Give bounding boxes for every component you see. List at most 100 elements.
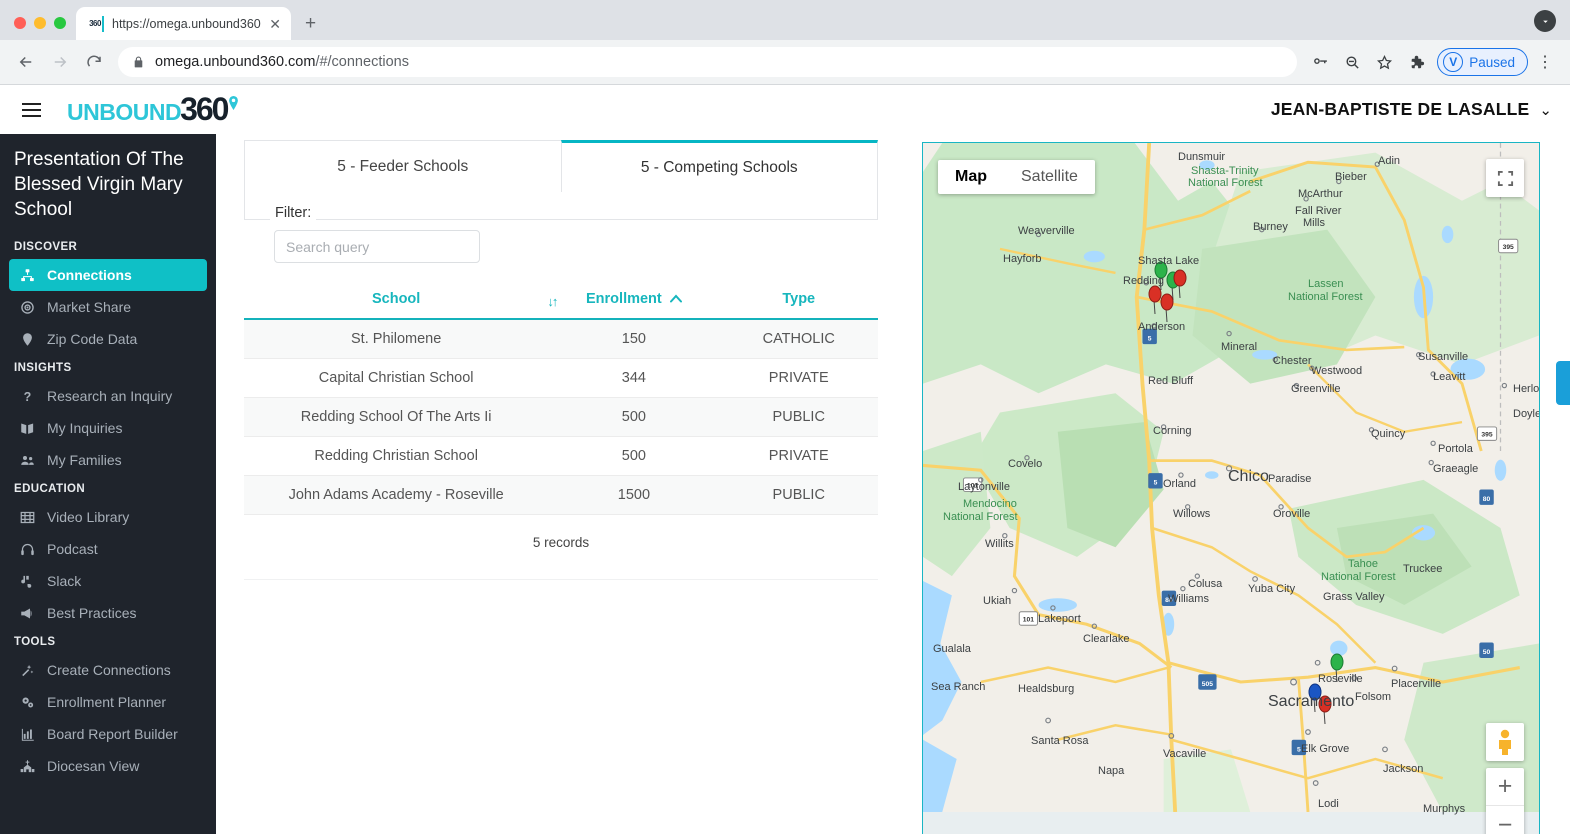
svg-text:101: 101	[967, 483, 978, 490]
map-panel: 395 395 5 5 80 505 5 101 101 80 50 Map S…	[906, 140, 1570, 834]
extensions-puzzle-icon[interactable]	[1401, 47, 1431, 77]
zoom-in-button[interactable]: +	[1486, 768, 1524, 806]
sidebar-item-best-practices[interactable]: Best Practices	[9, 597, 207, 629]
sidebar-item-enrollment-planner[interactable]: Enrollment Planner	[9, 686, 207, 718]
sort-ascending-icon[interactable]	[669, 292, 682, 306]
competing-schools-table: School ↓↑ Enrollment Type St. Philomene …	[244, 285, 878, 515]
column-header-type[interactable]: Type	[719, 285, 878, 320]
table-body: St. Philomene 150 CATHOLIC Capital Chris…	[244, 319, 878, 515]
bar-chart-icon	[19, 727, 36, 742]
sidebar-item-board-report-builder[interactable]: Board Report Builder	[9, 718, 207, 750]
sidebar-item-label: My Families	[47, 452, 122, 468]
sidebar-item-slack[interactable]: Slack	[9, 565, 207, 597]
maximize-window-button[interactable]	[54, 17, 66, 29]
record-count-label: 5 records	[532, 535, 590, 550]
user-menu[interactable]: JEAN-BAPTISTE DE LASALLE ⌄	[1271, 99, 1552, 120]
sidebar-item-my-families[interactable]: My Families	[9, 444, 207, 476]
fullscreen-icon[interactable]	[1486, 159, 1524, 197]
cell-enrollment: 500	[548, 397, 720, 437]
sidebar-item-research-an-inquiry[interactable]: ? Research an Inquiry	[9, 380, 207, 412]
map-type-satellite-button[interactable]: Satellite	[1004, 160, 1095, 194]
hamburger-icon[interactable]	[18, 99, 45, 121]
cell-enrollment: 1500	[548, 475, 720, 515]
tab-feeder-schools[interactable]: 5 - Feeder Schools	[244, 140, 561, 192]
zoom-out-icon[interactable]	[1337, 47, 1367, 77]
sidebar-item-label: Research an Inquiry	[47, 388, 173, 404]
extension-paused-badge[interactable]: V Paused	[1437, 48, 1528, 76]
sitemap-icon	[19, 268, 36, 283]
slack-icon	[19, 574, 36, 589]
sidebar-item-my-inquiries[interactable]: My Inquiries	[9, 412, 207, 444]
browser-tab-bar: 360 https://omega.unbound360.co ✕ +	[0, 0, 1570, 40]
sidebar-item-diocesan-view[interactable]: Diocesan View	[9, 750, 207, 782]
table-row[interactable]: St. Philomene 150 CATHOLIC	[244, 319, 878, 359]
map-marker-red[interactable]	[1157, 293, 1177, 323]
sidebar-item-zip-code-data[interactable]: Zip Code Data	[9, 323, 207, 355]
column-header-school[interactable]: School ↓↑	[244, 285, 558, 320]
sidebar-item-market-share[interactable]: Market Share	[9, 291, 207, 323]
browser-tab[interactable]: 360 https://omega.unbound360.co ✕	[76, 7, 291, 40]
zoom-out-button[interactable]: −	[1486, 806, 1524, 834]
sidebar-item-label: Diocesan View	[47, 758, 140, 774]
table-row[interactable]: John Adams Academy - Roseville 1500 PUBL…	[244, 475, 878, 515]
close-window-button[interactable]	[14, 17, 26, 29]
sort-both-icon[interactable]: ↓↑	[547, 294, 558, 309]
sidebar-item-video-library[interactable]: Video Library	[9, 501, 207, 533]
column-label: School	[371, 291, 421, 307]
close-tab-icon[interactable]: ✕	[269, 17, 281, 31]
new-tab-button[interactable]: +	[291, 14, 328, 40]
column-header-enrollment[interactable]: Enrollment	[548, 285, 720, 320]
google-map[interactable]: 395 395 5 5 80 505 5 101 101 80 50 Map S…	[922, 142, 1540, 834]
v-shield-icon: V	[1443, 52, 1464, 72]
table-head: School ↓↑ Enrollment Type	[244, 285, 878, 320]
search-input[interactable]	[274, 230, 480, 263]
sidebar-item-create-connections[interactable]: Create Connections	[9, 654, 207, 686]
cell-type: PUBLIC	[719, 397, 878, 437]
map-zoom-control: + −	[1486, 768, 1524, 834]
address-bar[interactable]: omega.unbound360.com/#/connections	[118, 47, 1298, 77]
film-icon	[19, 510, 36, 525]
paused-label: Paused	[1469, 54, 1515, 70]
brand-pin-icon	[229, 96, 239, 110]
map-marker-green[interactable]	[1327, 653, 1347, 683]
schools-tab-bar: 5 - Feeder Schools 5 - Competing Schools	[244, 140, 878, 192]
forward-button[interactable]	[44, 46, 76, 78]
window-traffic-lights	[12, 17, 76, 40]
bullseye-icon	[19, 300, 36, 315]
gears-icon	[19, 695, 36, 710]
map-marker-red[interactable]	[1315, 695, 1335, 725]
tab-label: 5 - Competing Schools	[640, 158, 798, 176]
password-key-icon[interactable]	[1305, 47, 1335, 77]
lock-icon	[132, 56, 145, 69]
tab-competing-schools[interactable]: 5 - Competing Schools	[560, 140, 878, 192]
bookmark-star-icon[interactable]	[1369, 47, 1399, 77]
brand-unbound-text: UNBOUND	[67, 99, 182, 125]
cell-school: St. Philomene	[244, 319, 549, 359]
browser-toolbar: omega.unbound360.com/#/connections V Pau…	[0, 40, 1570, 85]
sidebar-item-connections[interactable]: Connections	[9, 259, 207, 291]
back-button[interactable]	[10, 46, 42, 78]
reload-button[interactable]	[78, 46, 110, 78]
svg-text:395: 395	[1503, 244, 1514, 251]
map-base-tiles: 395 395 5 5 80 505 5 101 101 80 50	[923, 143, 1539, 812]
svg-text:101: 101	[1023, 616, 1034, 623]
users-group-icon	[19, 453, 36, 468]
app-logo[interactable]: UNBOUND 360	[67, 91, 239, 128]
sidebar-item-label: My Inquiries	[47, 420, 123, 436]
table-row[interactable]: Redding Christian School 500 PRIVATE	[244, 436, 878, 476]
column-label: Enrollment	[586, 291, 662, 307]
street-view-pegman-icon[interactable]	[1486, 723, 1524, 761]
map-type-map-button[interactable]: Map	[938, 160, 1004, 194]
cell-school: Redding Christian School	[244, 436, 549, 476]
cell-enrollment: 344	[548, 358, 720, 398]
sidebar: Presentation Of The Blessed Virgin Mary …	[0, 134, 216, 834]
sidebar-item-label: Market Share	[47, 299, 132, 315]
sidebar-item-podcast[interactable]: Podcast	[9, 533, 207, 565]
feedback-tab[interactable]	[1556, 361, 1570, 405]
sidebar-item-label: Podcast	[47, 541, 98, 557]
browser-menu-button[interactable]: ⋮	[1530, 47, 1560, 77]
table-row[interactable]: Capital Christian School 344 PRIVATE	[244, 358, 878, 398]
minimize-window-button[interactable]	[34, 17, 46, 29]
tab-search-chevron-icon[interactable]	[1534, 10, 1556, 32]
table-row[interactable]: Redding School Of The Arts Ii 500 PUBLIC	[244, 397, 878, 437]
